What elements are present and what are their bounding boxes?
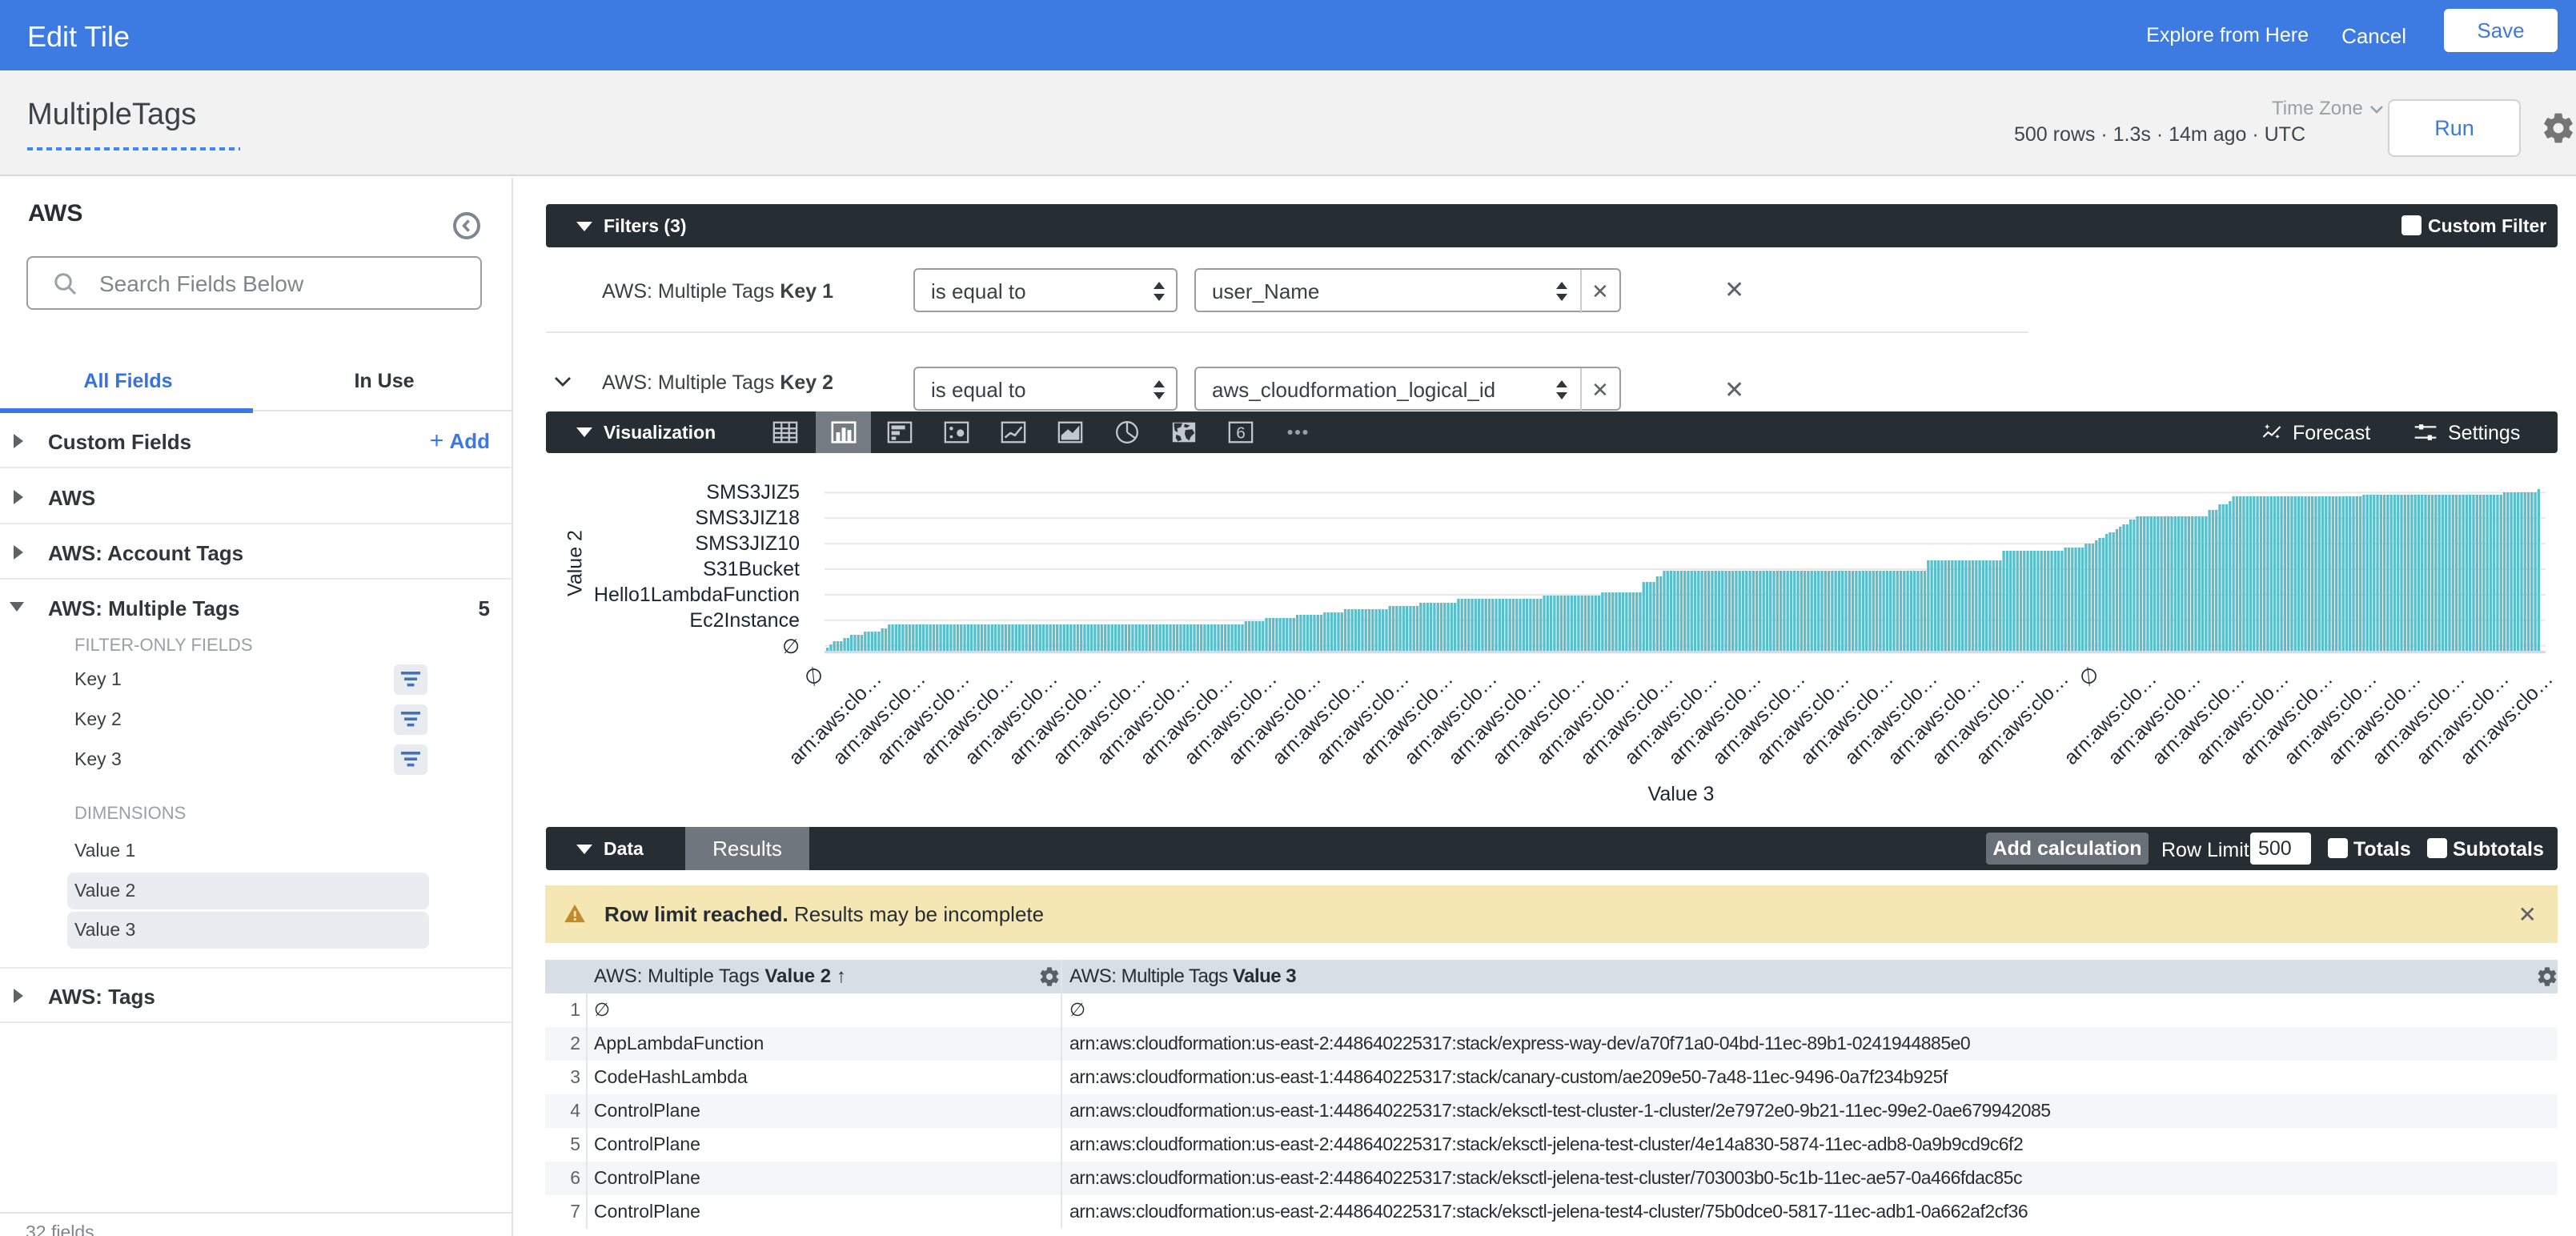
svg-text:6: 6 — [1236, 424, 1246, 443]
